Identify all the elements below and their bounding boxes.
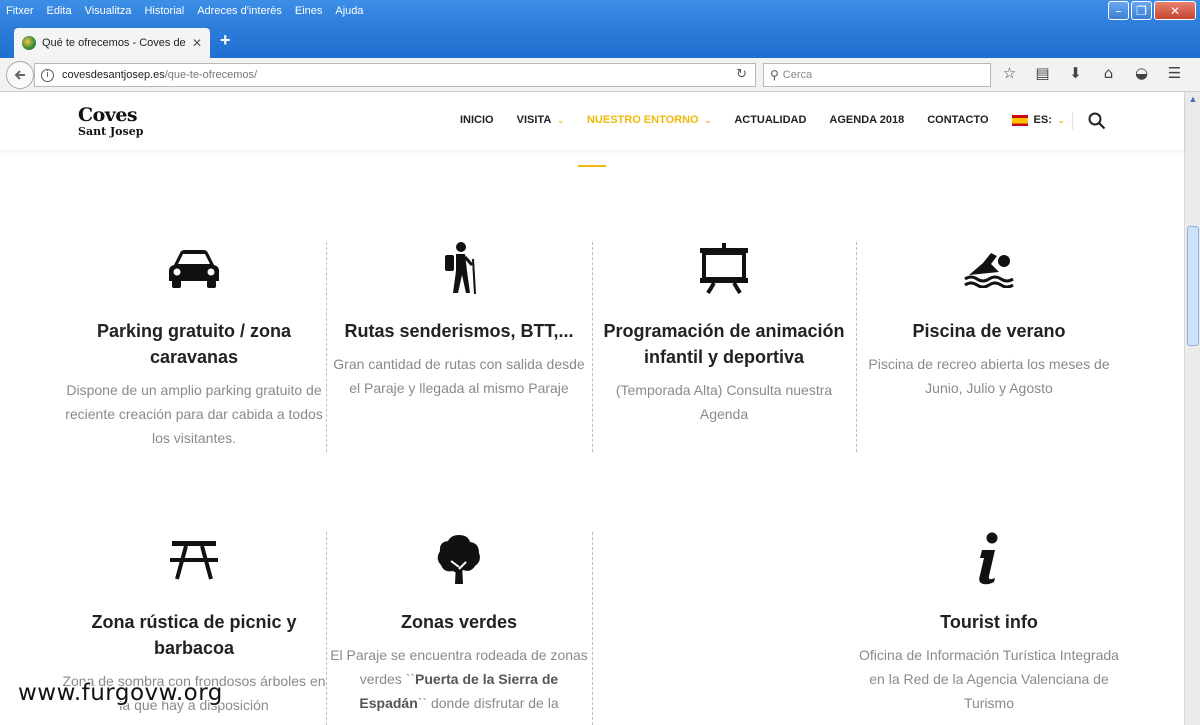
feature-desc: Oficina de Información Turística Integra…	[859, 647, 1119, 711]
reading-list-icon[interactable]: ▤	[1033, 64, 1052, 82]
feature-hiking: Rutas senderismos, BTT,... Gran cantidad…	[327, 240, 591, 400]
logo-sub-text: Sant Josep	[78, 125, 144, 138]
pocket-icon[interactable]: ◒	[1132, 64, 1151, 82]
nav-nuestro-entorno[interactable]: NUESTRO ENTORNO ⌄	[587, 114, 711, 126]
feature-desc: Gran cantidad de rutas con salida desde …	[333, 356, 585, 396]
nav-divider	[1072, 112, 1073, 130]
tree-icon	[327, 531, 591, 587]
back-arrow-icon[interactable]	[6, 61, 34, 89]
feature-green-zones: Zonas verdes El Paraje se encuentra rode…	[327, 531, 591, 715]
feature-pool: Piscina de verano Piscina de recreo abie…	[857, 240, 1121, 400]
url-domain: covesdesantjosep.es	[62, 69, 165, 81]
chevron-down-icon: ⌄	[704, 115, 712, 125]
feature-title: Piscina de verano	[912, 321, 1066, 341]
nav-inicio[interactable]: INICIO	[460, 114, 494, 126]
logo-main-text: Coves	[78, 104, 138, 126]
bookmark-star-icon[interactable]: ☆	[1000, 64, 1019, 82]
nav-agenda[interactable]: AGENDA 2018	[829, 114, 904, 126]
nav-visita[interactable]: VISITA ⌄	[517, 114, 564, 126]
window-controls: – ❐ ✕	[1108, 1, 1196, 20]
url-bar[interactable]: i covesdesantjosep.es/que-te-ofrecemos/ …	[34, 63, 756, 87]
menu-help[interactable]: Ajuda	[335, 5, 363, 17]
spain-flag-icon	[1011, 114, 1028, 126]
menu-tools[interactable]: Eines	[295, 5, 323, 17]
feature-tourist-info: Tourist info Oficina de Información Turí…	[857, 531, 1121, 715]
favicon-icon	[22, 36, 36, 50]
feature-title: Zona rústica de picnic y barbacoa	[91, 612, 297, 658]
hamburger-menu-icon[interactable]: ☰	[1165, 64, 1184, 82]
minimize-icon[interactable]: –	[1108, 1, 1129, 20]
home-icon[interactable]: ⌂	[1099, 64, 1118, 82]
chevron-down-icon: ⌄	[1057, 115, 1065, 125]
menu-history[interactable]: Historial	[144, 5, 184, 17]
site-header: Coves Sant Josep INICIO VISITA ⌄ NUESTRO …	[0, 92, 1184, 150]
nav-toolbar: i covesdesantjosep.es/que-te-ofrecemos/ …	[0, 58, 1200, 92]
feature-parking: Parking gratuito / zona caravanas Dispon…	[62, 240, 326, 450]
presentation-board-icon	[592, 240, 856, 296]
new-tab-icon[interactable]: +	[220, 30, 231, 51]
search-input[interactable]: ⚲ Cerca	[763, 63, 991, 87]
car-icon	[62, 240, 326, 296]
site-search-icon[interactable]	[1088, 112, 1106, 135]
restore-icon[interactable]: ❐	[1131, 1, 1152, 20]
feature-desc: (Temporada Alta) Consulta nuestra Agenda	[615, 382, 833, 422]
chevron-down-icon: ⌄	[557, 115, 564, 125]
menu-view[interactable]: Visualitza	[85, 5, 132, 17]
toolbar-icons: ☆ ▤ ⬇ ⌂ ◒ ☰	[1000, 64, 1184, 82]
column-divider	[592, 532, 593, 725]
close-window-icon[interactable]: ✕	[1154, 1, 1196, 20]
language-selector[interactable]: ES: ⌄	[1011, 114, 1065, 126]
tab-title: Qué te ofrecemos - Coves de...	[42, 37, 186, 49]
info-icon	[857, 531, 1121, 587]
menu-bookmarks[interactable]: Adreces d'interès	[197, 5, 282, 17]
site-info-icon[interactable]: i	[41, 68, 54, 82]
feature-desc: Piscina de recreo abierta los meses de J…	[868, 356, 1110, 396]
search-placeholder: Cerca	[782, 69, 813, 81]
tab-strip: Qué te ofrecemos - Coves de... ✕ +	[0, 22, 1200, 58]
feature-title: Tourist info	[940, 612, 1038, 632]
search-icon: ⚲	[770, 68, 779, 82]
download-icon[interactable]: ⬇	[1066, 64, 1085, 82]
section-accent-line	[578, 165, 606, 167]
scroll-thumb[interactable]	[1187, 226, 1199, 346]
browser-tab[interactable]: Qué te ofrecemos - Coves de... ✕	[14, 28, 210, 58]
feature-desc: El Paraje se encuentra rodeada de zonas …	[330, 647, 588, 711]
scroll-up-icon[interactable]: ▲	[1187, 94, 1199, 108]
swimmer-icon	[857, 240, 1121, 296]
feature-title: Parking gratuito / zona caravanas	[96, 321, 292, 367]
nav-actualidad[interactable]: ACTUALIDAD	[734, 114, 806, 126]
picnic-table-icon	[62, 531, 326, 587]
page-scrollbar[interactable]: ▲	[1184, 92, 1200, 725]
reload-icon[interactable]: ↻	[736, 67, 747, 82]
nav-contacto[interactable]: CONTACTO	[927, 114, 988, 126]
feature-desc: Dispone de un amplio parking gratuito de…	[65, 382, 323, 446]
feature-title: Zonas verdes	[400, 612, 518, 632]
url-path: /que-te-ofrecemos/	[164, 69, 258, 81]
close-tab-icon[interactable]: ✕	[192, 36, 202, 50]
main-nav: INICIO VISITA ⌄ NUESTRO ENTORNO ⌄ ACTUALID…	[460, 114, 1088, 126]
feature-title: Programación de animación infantil y dep…	[603, 321, 845, 367]
menu-bar: Fitxer Edita Visualitza Historial Adrece…	[0, 0, 1200, 22]
feature-animation: Programación de animación infantil y dep…	[592, 240, 856, 426]
menu-file[interactable]: Fitxer	[6, 5, 34, 17]
site-logo[interactable]: Coves Sant Josep	[78, 104, 144, 138]
watermark: www.furgovw.org	[18, 680, 223, 706]
feature-title: Rutas senderismos, BTT,...	[344, 321, 574, 341]
hiker-icon	[327, 240, 591, 296]
menu-edit[interactable]: Edita	[47, 5, 72, 17]
